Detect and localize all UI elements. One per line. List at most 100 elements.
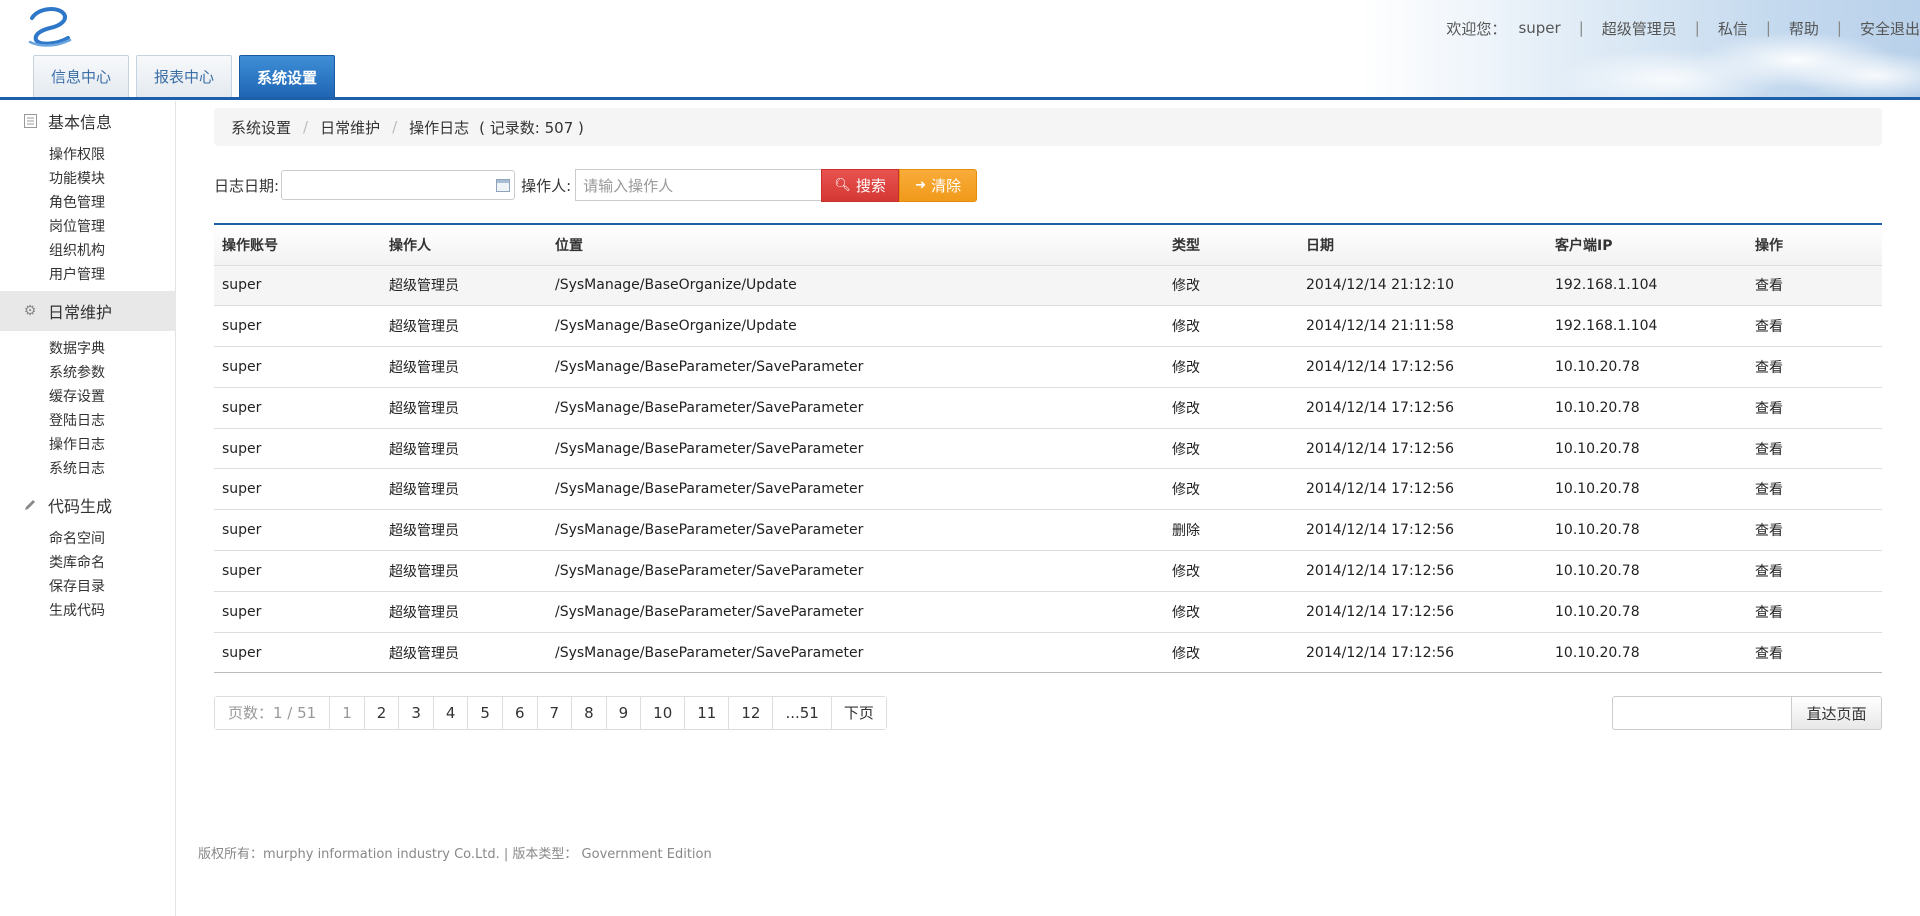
page-button[interactable]: 12 [729, 697, 774, 729]
table-row[interactable]: super 超级管理员/SysManage/BaseParameter/SaveP… [214, 632, 1882, 674]
cell-type: 删除 [1164, 509, 1298, 552]
column-header-type[interactable]: 类型 [1164, 224, 1298, 266]
page-button[interactable]: 7 [537, 697, 573, 729]
search-button[interactable]: 🔍︎ 搜索 [821, 168, 900, 202]
breadcrumb-item-daily-maintenance[interactable]: 日常维护 [320, 117, 380, 138]
column-header-operator[interactable]: 操作人 [381, 224, 547, 266]
operator-input[interactable]: 请输入操作人 [575, 169, 822, 201]
table-row[interactable]: super 超级管理员/SysManage/BaseParameter/SaveP… [214, 509, 1882, 552]
sidebar-item-users[interactable]: 用户管理 [0, 263, 175, 287]
column-header-date[interactable]: 日期 [1298, 224, 1547, 266]
messages-link[interactable]: 私信 [1718, 18, 1748, 39]
page-button[interactable]: 8 [572, 697, 607, 729]
sidebar: 基本信息 操作权限 功能模块 角色管理 岗位管理 组织机构 用户管理 ⚙ 日常维… [0, 101, 176, 916]
current-user: super [1518, 19, 1561, 37]
table-row[interactable]: super 超级管理员/SysManage/BaseOrganize/Update… [214, 265, 1882, 307]
sidebar-item-roles[interactable]: 角色管理 [0, 191, 175, 215]
sidebar-item-dictionary[interactable]: 数据字典 [0, 337, 175, 361]
cell-client-ip: 10.10.20.78 [1547, 387, 1747, 429]
role-link[interactable]: 超级管理员 [1602, 18, 1677, 39]
cell-location: /SysManage/BaseOrganize/Update [547, 305, 1164, 348]
sidebar-item-cache[interactable]: 缓存设置 [0, 385, 175, 409]
sidebar-item-login-log[interactable]: 登陆日志 [0, 409, 175, 433]
page-button[interactable]: 6 [502, 697, 538, 729]
sidebar-item-operation-log[interactable]: 操作日志 [0, 433, 175, 457]
view-link[interactable]: 查看 [1747, 591, 1882, 633]
sidebar-item-generate-code[interactable]: 生成代码 [0, 599, 175, 623]
clear-button[interactable]: ➜ 清除 [899, 168, 978, 202]
page-jump-input[interactable] [1612, 696, 1792, 730]
page-button[interactable]: 4 [433, 697, 469, 729]
cell-location: /SysManage/BaseParameter/SaveParameter [547, 428, 1164, 470]
page-button[interactable]: 10 [641, 697, 686, 729]
page-button[interactable]: 9 [606, 697, 642, 729]
table-row[interactable]: super 超级管理员/SysManage/BaseParameter/SaveP… [214, 550, 1882, 592]
cell-type: 修改 [1164, 468, 1298, 511]
sidebar-item-namespace[interactable]: 命名空间 [0, 527, 175, 551]
sidebar-item-permissions[interactable]: 操作权限 [0, 143, 175, 167]
cell-type: 修改 [1164, 428, 1298, 470]
help-link[interactable]: 帮助 [1789, 18, 1819, 39]
view-link[interactable]: 查看 [1747, 550, 1882, 592]
view-link[interactable]: 查看 [1747, 428, 1882, 470]
cell-client-ip: 192.168.1.104 [1547, 305, 1747, 348]
tab-system-settings[interactable]: 系统设置 [239, 55, 335, 98]
page-button[interactable]: 5 [468, 697, 503, 729]
page-button[interactable]: 3 [399, 697, 434, 729]
list-icon [22, 113, 38, 129]
cell-date: 2014/12/14 21:12:10 [1298, 265, 1547, 307]
page-button[interactable]: 11 [685, 697, 730, 729]
tab-report-center[interactable]: 报表中心 [136, 55, 232, 97]
sidebar-group-label: 日常维护 [48, 303, 113, 322]
date-input[interactable] [281, 170, 516, 200]
column-header-account[interactable]: 操作账号 [214, 224, 381, 266]
cell-date: 2014/12/14 17:12:56 [1298, 550, 1547, 592]
sidebar-group-daily-maintenance[interactable]: ⚙ 日常维护 [0, 291, 176, 331]
cell-date: 2014/12/14 21:11:58 [1298, 305, 1547, 348]
sidebar-item-modules[interactable]: 功能模块 [0, 167, 175, 191]
next-page-button[interactable]: 下页 [831, 697, 886, 729]
view-link[interactable]: 查看 [1747, 632, 1882, 674]
column-header-client-ip[interactable]: 客户端IP [1547, 224, 1747, 266]
operator-label: 操作人: [521, 176, 572, 195]
main-content: 系统设置 / 日常维护 / 操作日志 ( 记录数: 507 ) 日志日期: 操作… [214, 108, 1882, 730]
page-button[interactable]: ...51 [773, 697, 832, 729]
cell-account: super [214, 468, 381, 511]
table-row[interactable]: super 超级管理员/SysManage/BaseOrganize/Update… [214, 305, 1882, 348]
sidebar-item-positions[interactable]: 岗位管理 [0, 215, 175, 239]
tab-info-center[interactable]: 信息中心 [33, 55, 129, 97]
column-header-location[interactable]: 位置 [547, 224, 1164, 266]
sidebar-item-class-naming[interactable]: 类库命名 [0, 551, 175, 575]
page-jump: 直达页面 [1612, 696, 1882, 730]
table-row[interactable]: super 超级管理员/SysManage/BaseParameter/SaveP… [214, 468, 1882, 511]
breadcrumb-item-system-settings[interactable]: 系统设置 [231, 117, 291, 138]
sidebar-group-basic-info[interactable]: 基本信息 [0, 101, 176, 141]
page-jump-button[interactable]: 直达页面 [1792, 696, 1882, 730]
cell-type: 修改 [1164, 265, 1298, 307]
table-row[interactable]: super 超级管理员/SysManage/BaseParameter/SaveP… [214, 346, 1882, 388]
view-link[interactable]: 查看 [1747, 468, 1882, 511]
page-button[interactable]: 1 [330, 697, 365, 729]
cell-location: /SysManage/BaseParameter/SaveParameter [547, 509, 1164, 552]
view-link[interactable]: 查看 [1747, 346, 1882, 388]
view-link[interactable]: 查看 [1747, 305, 1882, 348]
cell-client-ip: 10.10.20.78 [1547, 591, 1747, 633]
pencil-icon [22, 497, 38, 513]
sidebar-item-save-dir[interactable]: 保存目录 [0, 575, 175, 599]
sidebar-item-system-log[interactable]: 系统日志 [0, 457, 175, 481]
table-row[interactable]: super 超级管理员/SysManage/BaseParameter/SaveP… [214, 387, 1882, 429]
page-button[interactable]: 2 [364, 697, 400, 729]
page-info: 页数：1 / 51 [215, 697, 331, 729]
calendar-icon[interactable] [496, 179, 511, 192]
sidebar-item-organization[interactable]: 组织机构 [0, 239, 175, 263]
pagination: 页数：1 / 51 1 2 3 4 5 6 7 8 9 10 11 12 ...51 下页 [214, 696, 887, 730]
logout-link[interactable]: 安全退出 [1860, 18, 1920, 39]
view-link[interactable]: 查看 [1747, 387, 1882, 429]
sidebar-group-code-gen[interactable]: 代码生成 [0, 485, 176, 525]
table-row[interactable]: super 超级管理员/SysManage/BaseParameter/SaveP… [214, 591, 1882, 633]
view-link[interactable]: 查看 [1747, 265, 1882, 307]
table-row[interactable]: super 超级管理员/SysManage/BaseParameter/SaveP… [214, 428, 1882, 470]
view-link[interactable]: 查看 [1747, 509, 1882, 552]
breadcrumb-item-operation-log: 操作日志 [409, 118, 470, 137]
sidebar-item-system-params[interactable]: 系统参数 [0, 361, 175, 385]
